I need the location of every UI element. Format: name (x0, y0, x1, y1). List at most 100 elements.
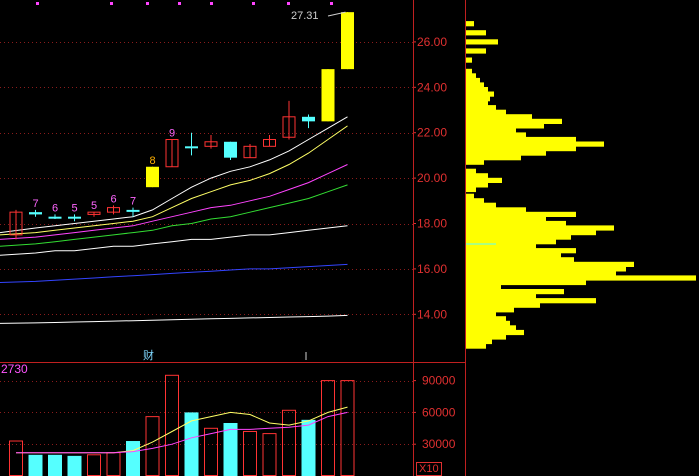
profile-bar (466, 311, 496, 317)
profile-bar (466, 220, 566, 227)
volume-bar (262, 433, 277, 476)
profile-bar (466, 57, 472, 63)
candle-body (48, 216, 62, 219)
volume-tick-label: 30000 (422, 437, 456, 451)
profile-bar (466, 127, 516, 133)
top-marker (330, 2, 333, 5)
volume-bar (301, 419, 316, 476)
top-marker (110, 2, 113, 5)
profile-bar (466, 266, 626, 272)
candle-body (68, 216, 81, 219)
volume-bar (9, 440, 23, 476)
volume-multiplier-badge: X10 (416, 462, 442, 476)
profile-bar (466, 91, 494, 97)
profile-bar (466, 298, 596, 304)
profile-bar (466, 100, 488, 106)
profile-bar (466, 325, 516, 331)
volume-bar (340, 380, 355, 476)
profile-bar (466, 168, 476, 174)
volume-bar (126, 441, 140, 476)
profile-bar (466, 293, 536, 299)
volume-bar (28, 454, 43, 476)
profile-bar (466, 207, 526, 213)
profile-bar (466, 248, 576, 254)
volume-profile-histogram (466, 21, 696, 349)
candle-body (185, 146, 198, 149)
profile-bar (466, 114, 532, 120)
volume-bar (282, 409, 296, 476)
candle-marker-label: 6 (52, 202, 58, 214)
profile-bar (466, 109, 506, 115)
profile-bar (466, 123, 544, 129)
candle-marker-label: 8 (150, 155, 156, 167)
profile-bar (466, 73, 476, 79)
candle-marker-label: 6 (111, 193, 117, 205)
price-tick-label: 18.00 (417, 217, 447, 231)
top-marker (252, 2, 255, 5)
profile-bar (466, 105, 496, 111)
panel-frame (0, 0, 466, 476)
profile-bar (466, 329, 524, 336)
profile-bar (466, 159, 484, 165)
volume-average-line (16, 411, 348, 454)
profile-bar (466, 275, 696, 281)
price-tick-label: 26.00 (417, 35, 447, 49)
volume-average-line (16, 406, 348, 454)
profile-bar (466, 225, 614, 231)
volume-bar (106, 452, 121, 476)
profile-bar (466, 141, 604, 147)
profile-bar (466, 77, 480, 84)
profile-bar (466, 252, 561, 258)
profile-bar (466, 257, 574, 263)
profile-bar (466, 146, 576, 152)
profile-bar (466, 87, 488, 93)
volume-tick-label: 90000 (422, 374, 456, 388)
profile-bar (466, 279, 586, 286)
profile-bar (466, 30, 486, 36)
profile-bar (466, 173, 488, 179)
top-marker (210, 2, 213, 5)
volume-average-lines (16, 406, 348, 454)
price-tick-label: 20.00 (417, 171, 447, 185)
candle-marker-label: 7 (33, 198, 39, 210)
profile-bar (466, 202, 496, 208)
profile-bar (466, 21, 474, 27)
candle-body (321, 69, 335, 122)
profile-bar (466, 182, 488, 188)
profile-bar (466, 334, 506, 340)
profile-bar (466, 96, 490, 102)
moving-average-line (0, 184, 348, 247)
high-price-label: 27.31 (291, 10, 319, 22)
profile-bar (466, 320, 510, 326)
volume-bar (48, 454, 62, 476)
profile-bar (466, 82, 484, 88)
event-note-marker: 财 (143, 349, 154, 362)
axis-labels: 14.00 16.00 18.00 20.00 22.00 24.00 26.00 30000… (413, 35, 456, 451)
candle-marker-label: 7 (130, 196, 136, 208)
price-tick-label: 16.00 (417, 262, 447, 276)
profile-bar (466, 150, 546, 156)
volume-panel-label: 2730 (1, 362, 28, 376)
profile-bar (466, 211, 576, 217)
profile-bar (466, 284, 501, 290)
profile-bar (466, 316, 506, 322)
candle-body (29, 212, 42, 215)
volume-tick-label: 60000 (422, 405, 456, 419)
profile-bar (466, 136, 576, 143)
candle-body (302, 116, 315, 122)
profile-bar (466, 198, 484, 204)
profile-bar (466, 343, 486, 349)
volume-bar (87, 454, 101, 476)
candle-marker-label: 5 (72, 202, 78, 214)
moving-average-lines (0, 116, 348, 324)
price-tick-label: 24.00 (417, 80, 447, 94)
candle-marker-label: 9 (169, 128, 175, 140)
candle-body (126, 209, 140, 212)
price-tick-label: 14.00 (417, 307, 447, 321)
top-marker (178, 2, 181, 5)
top-marker (36, 2, 39, 5)
profile-bar (466, 193, 474, 199)
profile-bar (466, 186, 476, 193)
candle-marker-label: 5 (91, 200, 97, 212)
volume-bar (165, 374, 179, 476)
